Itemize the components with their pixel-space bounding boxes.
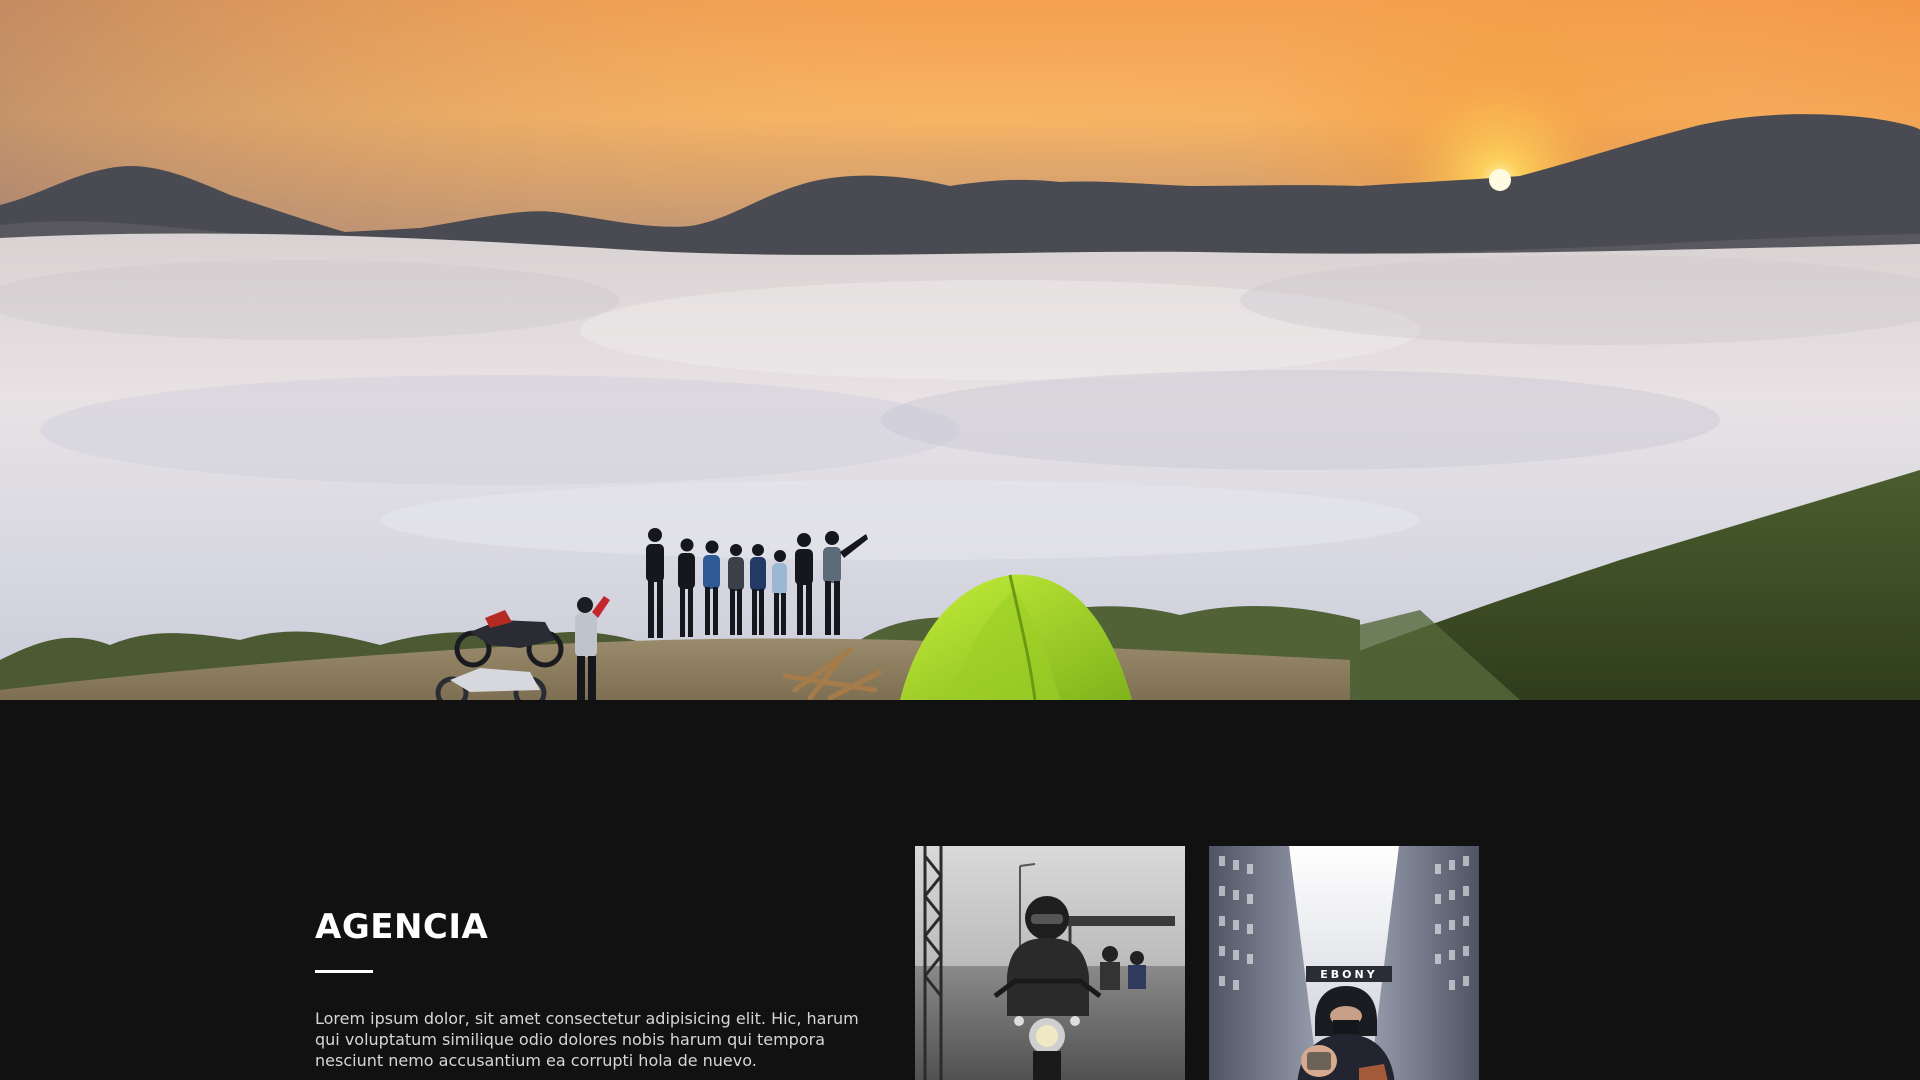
motorcycle-rider-illustration	[915, 846, 1185, 1080]
gallery-photo-motorcycle	[915, 846, 1185, 1080]
section-title: AGENCIA	[315, 907, 489, 947]
hooded-person-illustration: EBONY	[1209, 846, 1479, 1080]
page: AGENCIA Lorem ipsum dolor, sit amet cons…	[0, 0, 1920, 1080]
gallery-photo-hooded-person: EBONY	[1209, 846, 1479, 1080]
title-underline	[315, 970, 373, 973]
agency-section: AGENCIA Lorem ipsum dolor, sit amet cons…	[0, 700, 1920, 1080]
section-description: Lorem ipsum dolor, sit amet consectetur …	[315, 1009, 859, 1070]
ebony-sign-text: EBONY	[1320, 968, 1377, 981]
hero-image	[0, 0, 1920, 700]
hero-illustration	[0, 0, 1920, 700]
